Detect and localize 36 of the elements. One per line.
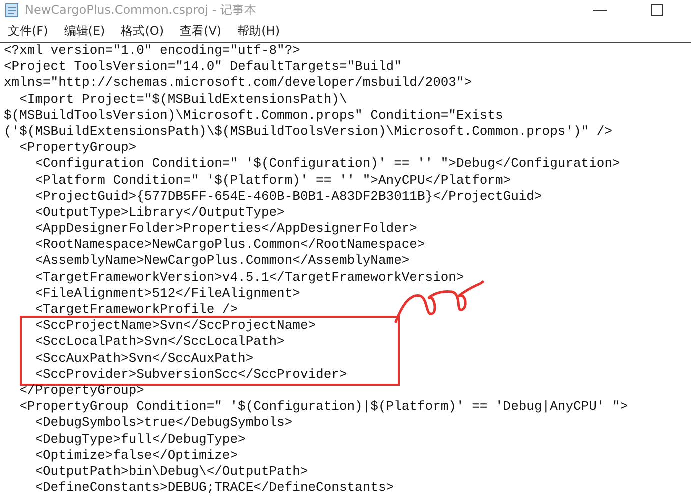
menu-item[interactable]: 文件(F) (3, 22, 54, 40)
code-line: <AssemblyName>NewCargoPlus.Common</AssemblyName> (34, 253, 411, 270)
code-line: <Platform Condition=" '$(Platform)' == '' ">AnyCPU</Platform> (34, 172, 512, 189)
code-line: <OutputType>Library</OutputType> (34, 204, 286, 222)
code-line: <Project ToolsVersion="14.0" DefaultTargets="Build" (4, 59, 403, 76)
code-line: <SccProvider>SubversionScc</SccProvider> (34, 366, 348, 383)
menu-item[interactable]: 编辑(E) (59, 22, 110, 40)
menu-item[interactable]: 查看(V) (175, 22, 227, 40)
code-line: <?xml version="1.0" encoding="utf-8"?> (4, 43, 302, 60)
code-line: <ProjectGuid>{577DB5FF-654E-460B-B0B1-A83DF2B3011B}</ProjectGuid> (34, 188, 544, 205)
notepad-icon (5, 2, 19, 18)
menu-item[interactable]: 格式(O) (116, 22, 170, 40)
code-line: <SccLocalPath>Svn</SccLocalPath> (34, 334, 286, 351)
code-line: <FileAlignment>512</FileAlignment> (34, 286, 302, 302)
code-line: <SccAuxPath>Svn</SccAuxPath> (34, 350, 255, 367)
code-line: <SccProjectName>Svn</SccProjectName> (34, 318, 318, 334)
code-line: <DefineConstants>DEBUG;TRACE</DefineConstants> (34, 480, 396, 496)
code-line: <RootNamespace>NewCargoPlus.Common</RootNamespace> (34, 237, 426, 254)
code-line: ('$(MSBuildExtensionsPath)\$(MSBuildToolsVersion)\Microsoft.Common.props')" /> (4, 124, 614, 140)
code-line: <Optimize>false</Optimize> (34, 448, 240, 464)
code-line: <DebugSymbols>true</DebugSymbols> (34, 415, 294, 432)
menu-item[interactable]: 帮助(H) (232, 22, 285, 40)
code-line: <Configuration Condition=" '$(Configuration)' == '' ">Debug</Configuration> (34, 156, 622, 172)
code-line: <PropertyGroup Condition=" '$(Configuration)|$(Platform)' == 'Debug|AnyCPU' "> (18, 399, 630, 416)
window-title: NewCargoPlus.Common.csproj - 记事本 (25, 2, 256, 18)
code-line: xmlns="http://schemas.microsoft.com/developer/msbuild/2003"> (4, 75, 474, 92)
code-line: <DebugType>full</DebugType> (34, 432, 247, 448)
code-line: $(MSBuildToolsVersion)\Microsoft.Common.props" Condition="Exists (4, 108, 504, 124)
code-line: <TargetFrameworkProfile /> (34, 302, 240, 318)
maximize-button[interactable] (651, 4, 663, 16)
code-line: <TargetFrameworkVersion>v4.5.1</TargetFrameworkVersion> (34, 270, 466, 286)
code-line: <OutputPath>bin\Debug\</OutputPath> (34, 464, 310, 480)
code-line: <PropertyGroup> (18, 140, 138, 156)
code-line: </PropertyGroup> (18, 382, 146, 400)
code-line: <AppDesignerFolder>Properties</AppDesignerFolder> (34, 221, 418, 238)
code-line: <Import Project="$(MSBuildExtensionsPath)\ (18, 92, 348, 108)
